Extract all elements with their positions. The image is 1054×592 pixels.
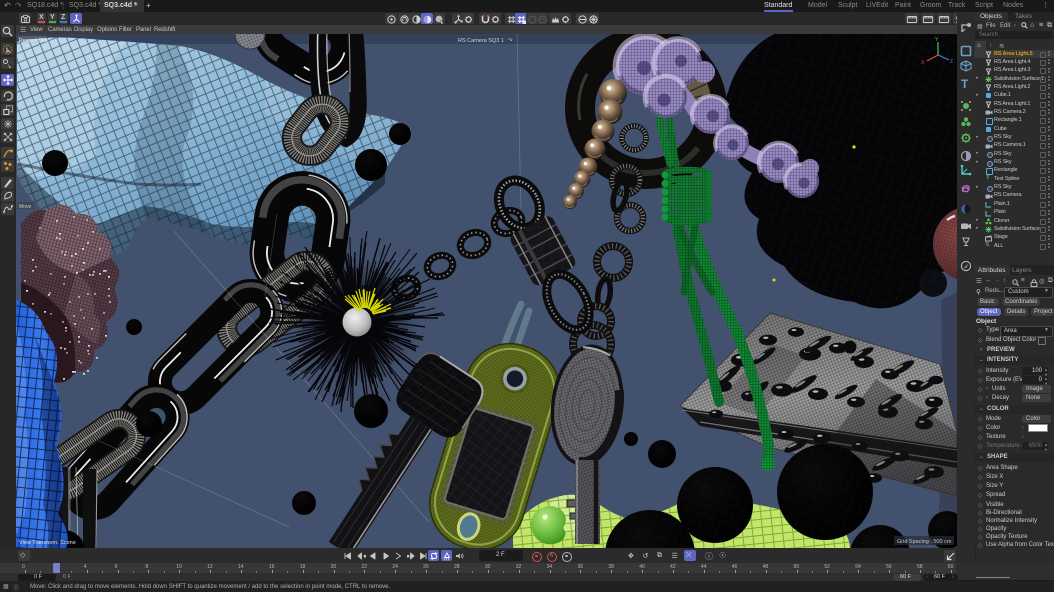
svg-text:↷: ↷ xyxy=(508,37,513,44)
svg-text:View Transform: Scene: View Transform: Scene xyxy=(19,540,76,546)
svg-text:RS Camera SQ3 1: RS Camera SQ3 1 xyxy=(458,38,504,44)
svg-text:Z: Z xyxy=(950,59,953,65)
svg-text:Perspective: Perspective xyxy=(19,38,48,44)
svg-text:Move: Move xyxy=(19,204,31,210)
svg-text:Grid Spacing : 500 cm: Grid Spacing : 500 cm xyxy=(897,539,952,545)
